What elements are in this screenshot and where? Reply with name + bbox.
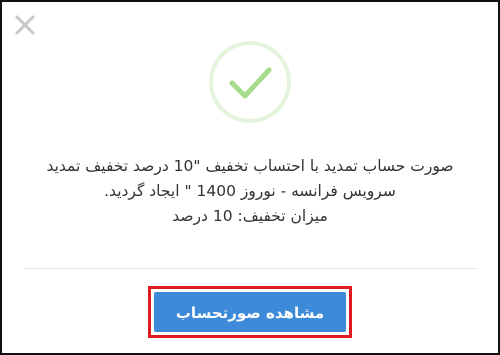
close-icon xyxy=(14,14,36,36)
success-indicator xyxy=(208,40,292,124)
discount-amount-line: میزان تخفیف: 10 درصد xyxy=(172,207,328,225)
checkmark-icon xyxy=(208,40,292,124)
message-line: صورت حساب تمدید با احتساب تخفیف "10 درصد… xyxy=(46,157,454,175)
success-dialog: صورت حساب تمدید با احتساب تخفیف "10 درصد… xyxy=(0,0,500,355)
close-button[interactable] xyxy=(14,14,36,36)
view-invoice-button[interactable]: مشاهده صورتحساب xyxy=(154,292,346,332)
divider xyxy=(24,268,476,269)
message-line: سرویس فرانسه - نوروز 1400 " ایجاد گردید. xyxy=(104,182,396,200)
confirmation-message: صورت حساب تمدید با احتساب تخفیف "10 درصد… xyxy=(42,154,458,229)
